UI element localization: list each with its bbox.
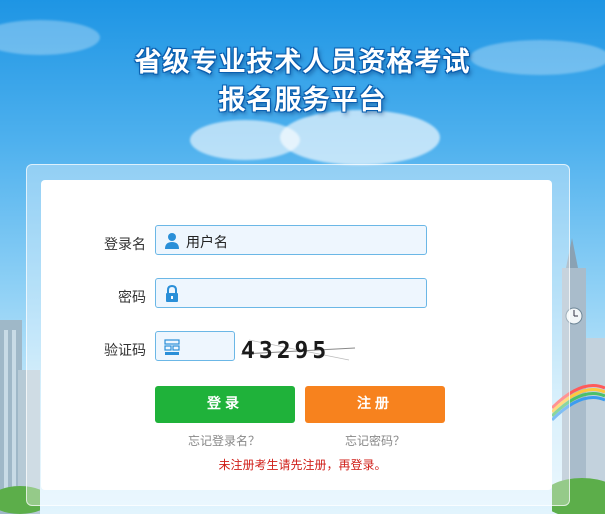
password-field[interactable] xyxy=(155,278,427,308)
title-line-2: 报名服务平台 xyxy=(218,85,387,116)
captcha-image[interactable]: 43295 xyxy=(239,334,357,364)
forgot-username-link[interactable]: 忘记登录名？ xyxy=(188,432,260,449)
username-value: 用户名 xyxy=(186,235,228,251)
login-button[interactable]: 登录 xyxy=(155,386,295,423)
username-label: 登录名 xyxy=(104,237,146,253)
user-icon xyxy=(165,233,179,249)
captcha-icon xyxy=(164,339,180,355)
register-notice: 未注册考生请先注册，再登录。 xyxy=(218,458,387,472)
register-button[interactable]: 注册 xyxy=(305,386,445,423)
forgot-password-link[interactable]: 忘记密码？ xyxy=(345,432,405,449)
title-line-1: 省级专业技术人员资格考试 xyxy=(134,47,471,78)
password-label: 密码 xyxy=(118,290,146,306)
captcha-field[interactable] xyxy=(155,331,235,361)
username-field[interactable]: 用户名 xyxy=(155,225,427,255)
captcha-code: 43295 xyxy=(241,338,330,364)
page-title: 省级专业技术人员资格考试 报名服务平台 xyxy=(0,44,605,120)
lock-icon xyxy=(166,285,178,302)
captcha-label: 验证码 xyxy=(104,343,146,359)
